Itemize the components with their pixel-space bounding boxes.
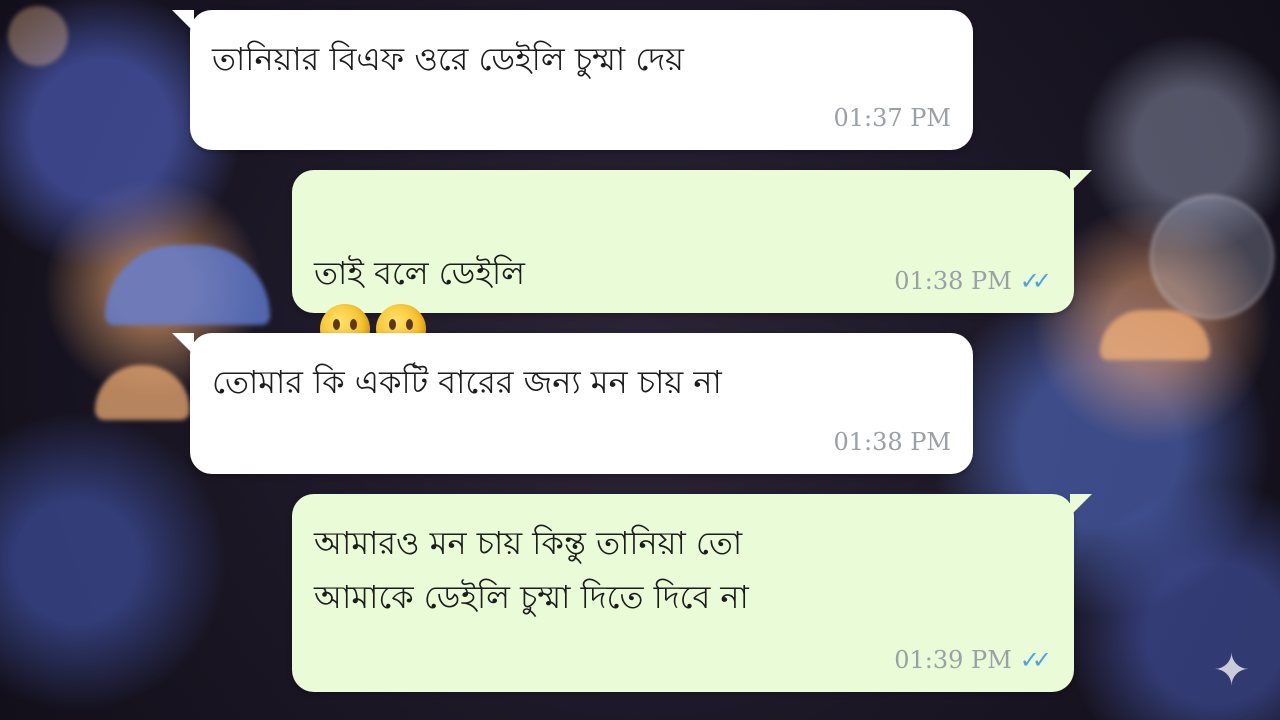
message-meta: 01:38 PM ✓✓: [894, 267, 1052, 295]
read-receipt-icon: ✓✓: [1019, 646, 1052, 674]
message-meta: 01:39 PM ✓✓: [894, 646, 1052, 674]
read-receipt-icon: ✓✓: [1019, 267, 1052, 295]
message-text: তাই বলে ডেইলি: [314, 254, 525, 292]
bubble-tail: [1070, 494, 1092, 516]
message-text: তানিয়ার বিএফ ওরে ডেইলি চুম্মা দেয়: [212, 40, 684, 78]
background-glow: [1150, 195, 1274, 319]
background-glow: [1100, 310, 1210, 360]
bubble-tail: [172, 10, 194, 32]
bubble-tail: [172, 333, 194, 355]
message-time: 01:38 PM: [833, 428, 951, 456]
background-glow: [95, 365, 190, 420]
sparkle-icon: ✦: [1213, 645, 1250, 696]
message-bubble-incoming[interactable]: তোমার কি একটি বারের জন্য মন চায় না 01:3…: [172, 333, 973, 474]
message-meta: 01:37 PM: [833, 104, 951, 132]
message-bubble-outgoing[interactable]: তাই বলে ডেইলি 01:38 PM ✓✓: [292, 170, 1092, 354]
message-time: 01:39 PM: [894, 646, 1012, 674]
message-meta: 01:38 PM: [833, 428, 951, 456]
background-glow: [8, 6, 68, 66]
message-time: 01:38 PM: [894, 267, 1012, 295]
message-time: 01:37 PM: [833, 104, 951, 132]
message-bubble-incoming[interactable]: তানিয়ার বিএফ ওরে ডেইলি চুম্মা দেয় 01:3…: [172, 10, 973, 150]
message-text: আমারও মন চায় কিন্তু তানিয়া তো আমাকে ডে…: [314, 524, 749, 616]
bubble-tail: [1070, 170, 1092, 192]
message-bubble-outgoing[interactable]: আমারও মন চায় কিন্তু তানিয়া তো আমাকে ডে…: [292, 494, 1092, 692]
message-text: তোমার কি একটি বারের জন্য মন চায় না: [212, 363, 722, 401]
background-glow: [105, 245, 270, 325]
